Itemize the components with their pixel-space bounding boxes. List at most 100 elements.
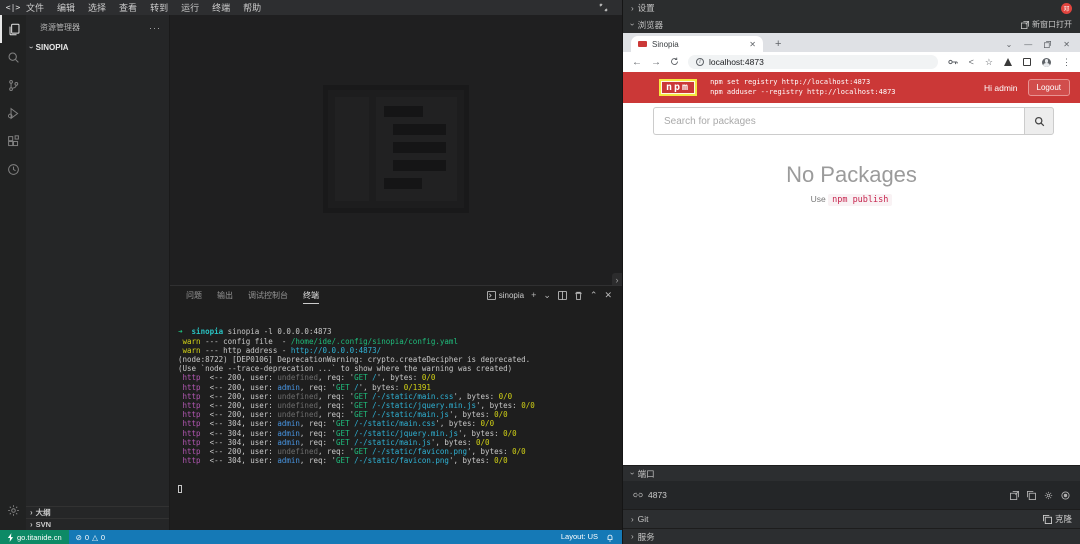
search-submit-button[interactable] xyxy=(1024,107,1054,135)
window-close-icon[interactable]: ✕ xyxy=(1063,40,1070,49)
explorer-sidebar: 资源管理器 ··· › SINOPIA › 大纲 › SVN xyxy=(26,15,170,530)
browser-viewport: npm npm set registry http://localhost:48… xyxy=(623,72,1080,465)
browser-menu-kebab-icon[interactable]: ⋮ xyxy=(1062,57,1071,68)
timeline-clock-icon[interactable] xyxy=(0,155,26,183)
terminal-line: (node:8722) [DEP0106] DeprecationWarning… xyxy=(178,355,622,364)
more-actions-icon[interactable]: ··· xyxy=(149,23,161,33)
open-new-window-button[interactable]: 新窗口打开 xyxy=(1021,19,1072,30)
kill-terminal-trash-icon[interactable] xyxy=(574,290,583,300)
section-outline[interactable]: › 大纲 xyxy=(26,506,169,518)
menu-view[interactable]: 查看 xyxy=(119,1,137,14)
user-avatar[interactable]: 邓 xyxy=(1061,3,1072,14)
tab-debug-console[interactable]: 调试控制台 xyxy=(248,287,288,303)
minimize-icon[interactable]: — xyxy=(1024,40,1032,49)
section-svn[interactable]: › SVN xyxy=(26,518,169,530)
chevron-right-icon: › xyxy=(631,532,634,541)
menu-file[interactable]: 文件 xyxy=(26,1,44,14)
back-icon[interactable]: ← xyxy=(632,57,642,68)
copy-address-icon[interactable] xyxy=(1027,490,1036,500)
chevron-right-icon: › xyxy=(30,520,33,529)
maximize-panel-icon[interactable]: ⌃ xyxy=(590,290,598,301)
terminal-line: http <-- 200, user: undefined, req: 'GET… xyxy=(178,373,622,382)
extension-flask-icon[interactable] xyxy=(1004,58,1012,66)
menu-run[interactable]: 运行 xyxy=(181,1,199,14)
keyboard-layout-status[interactable]: Layout: US xyxy=(561,532,598,541)
no-packages-title: No Packages xyxy=(623,162,1080,188)
extensions-icon[interactable] xyxy=(0,127,26,155)
logout-button[interactable]: Logout xyxy=(1028,79,1070,96)
reload-icon[interactable] xyxy=(670,57,679,68)
url-omnibox[interactable]: i localhost:4873 xyxy=(688,55,938,69)
terminal-line: warn --- http address - http://0.0.0.0:4… xyxy=(178,346,622,355)
greeting-text: Hi admin xyxy=(984,83,1018,93)
terminal-line: http <-- 200, user: undefined, req: 'GET… xyxy=(178,401,622,410)
tab-output[interactable]: 输出 xyxy=(217,287,233,303)
port-row-4873[interactable]: 4873 xyxy=(623,481,1080,509)
reading-mode-icon[interactable] xyxy=(1023,58,1031,66)
terminal-line: http <-- 200, user: undefined, req: 'GET… xyxy=(178,410,622,419)
git-clone-button[interactable]: 克隆 xyxy=(1043,513,1072,525)
browser-address-bar: ← → i localhost:4873 < ☆ ⋮ xyxy=(623,52,1080,72)
open-in-browser-icon[interactable] xyxy=(1010,490,1019,500)
chevron-down-icon: › xyxy=(628,23,637,26)
section-ports[interactable]: › 端口 xyxy=(623,465,1080,481)
port-settings-gear-icon[interactable] xyxy=(1044,490,1053,500)
section-browser[interactable]: › 浏览器 新窗口打开 xyxy=(623,16,1080,33)
npm-publish-hint: Use npm publish xyxy=(623,194,1080,205)
title-bar: <|> 文件 编辑 选择 查看 转到 运行 终端 帮助 xyxy=(0,0,622,15)
tab-close-icon[interactable]: ✕ xyxy=(749,40,756,49)
folder-sinopia[interactable]: › SINOPIA xyxy=(26,40,169,54)
source-control-icon[interactable] xyxy=(0,71,26,99)
remote-indicator[interactable]: go.titanide.cn xyxy=(0,530,69,544)
warning-icon: △ xyxy=(92,533,98,542)
terminal-output[interactable]: ➜ sinopia sinopia -l 0.0.0.0:4873 warn -… xyxy=(170,304,622,511)
tab-terminal[interactable]: 终端 xyxy=(303,287,319,304)
right-panel: › 设置 邓 › 浏览器 新窗口打开 Sinopia ✕ + ⌄ — ✕ ← → xyxy=(622,0,1080,544)
terminal-session-select[interactable]: sinopia xyxy=(487,291,524,300)
close-panel-icon[interactable]: ✕ xyxy=(604,290,612,301)
profile-avatar-icon[interactable] xyxy=(1042,58,1051,67)
npm-logo[interactable]: npm xyxy=(659,79,697,96)
forward-icon[interactable]: → xyxy=(651,57,661,68)
menu-selection[interactable]: 选择 xyxy=(88,1,106,14)
npm-set-registry-command: npm set registry http://localhost:4873 xyxy=(710,78,895,88)
restore-icon[interactable] xyxy=(1044,40,1051,49)
section-git[interactable]: › Git 克隆 xyxy=(623,509,1080,528)
browser-menu-chevron-icon[interactable]: ⌄ xyxy=(1006,40,1013,49)
sidebar-title: 资源管理器 xyxy=(40,22,80,33)
menu-edit[interactable]: 编辑 xyxy=(57,1,75,14)
package-search-input[interactable] xyxy=(653,107,1024,135)
browser-tab-sinopia[interactable]: Sinopia ✕ xyxy=(631,36,763,52)
terminal-dropdown-icon[interactable]: ⌄ xyxy=(543,290,551,301)
chevron-right-icon: › xyxy=(30,508,33,517)
chevron-down-icon: › xyxy=(628,472,637,475)
terminal-line: ➜ sinopia sinopia -l 0.0.0.0:4873 xyxy=(178,327,622,336)
stop-port-icon[interactable] xyxy=(1061,490,1070,500)
section-settings[interactable]: › 设置 邓 xyxy=(623,0,1080,16)
settings-gear-icon[interactable] xyxy=(0,496,26,524)
menu-terminal[interactable]: 终端 xyxy=(212,1,230,14)
password-key-icon[interactable] xyxy=(948,53,958,71)
terminal-cursor xyxy=(178,485,182,493)
npm-adduser-command: npm adduser --registry http://localhost:… xyxy=(710,88,895,98)
chevron-right-icon: › xyxy=(631,515,634,524)
tab-problems[interactable]: 问题 xyxy=(186,287,202,303)
search-icon[interactable] xyxy=(0,43,26,71)
menu-go[interactable]: 转到 xyxy=(150,1,168,14)
editor-layout-watermark-icon xyxy=(323,85,469,213)
split-terminal-icon[interactable] xyxy=(558,290,567,300)
bookmark-star-icon[interactable]: ☆ xyxy=(985,57,993,68)
new-tab-icon[interactable]: + xyxy=(775,38,781,52)
run-debug-icon[interactable] xyxy=(0,99,26,127)
share-icon[interactable]: < xyxy=(969,57,974,67)
explorer-icon[interactable] xyxy=(0,15,26,43)
problems-status[interactable]: ⊘ 0 △ 0 xyxy=(69,533,112,542)
site-info-icon[interactable]: i xyxy=(696,58,704,66)
section-services[interactable]: › 服务 xyxy=(623,528,1080,544)
notifications-bell-icon[interactable] xyxy=(606,532,614,542)
new-terminal-icon[interactable]: + xyxy=(531,290,536,300)
menu-help[interactable]: 帮助 xyxy=(243,1,261,14)
terminal-line: http <-- 200, user: admin, req: 'GET /',… xyxy=(178,383,622,392)
npm-favicon xyxy=(638,41,647,47)
chevron-down-icon: › xyxy=(27,46,36,49)
